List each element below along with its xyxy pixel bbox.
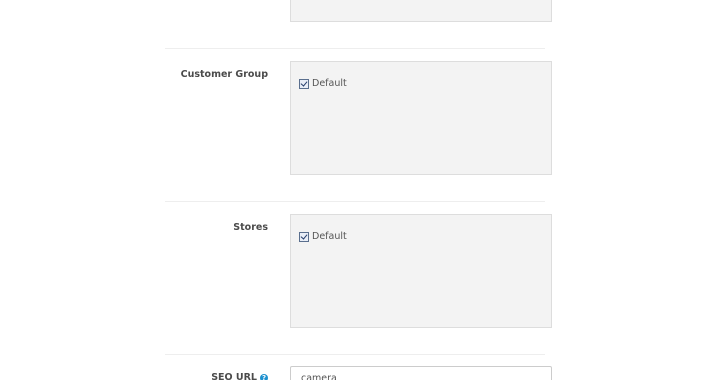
divider	[165, 48, 545, 49]
seo-url-input[interactable]: camera	[290, 366, 552, 380]
checkbox-checked[interactable]	[299, 78, 309, 89]
seo-url-label: SEO URL?	[211, 372, 268, 380]
customer-group-checkbox-list: Default	[290, 61, 552, 175]
stores-checkbox-list: Default	[290, 214, 552, 328]
customer-group-label: Customer Group	[180, 69, 268, 80]
divider	[165, 354, 545, 355]
customer-group-option-label: Default	[312, 78, 347, 89]
stores-option-label: Default	[312, 231, 347, 242]
divider	[165, 201, 545, 202]
stores-option-default[interactable]: Default	[299, 231, 347, 242]
checkbox-checked[interactable]	[299, 231, 309, 242]
customer-group-option-default[interactable]: Default	[299, 78, 347, 89]
product-form-page: Customer Group Default Stores Default SE…	[0, 0, 710, 380]
seo-url-label-text: SEO URL	[211, 372, 257, 380]
previous-field-box	[290, 0, 552, 22]
stores-label: Stores	[233, 222, 268, 233]
question-circle-icon[interactable]: ?	[260, 373, 268, 380]
